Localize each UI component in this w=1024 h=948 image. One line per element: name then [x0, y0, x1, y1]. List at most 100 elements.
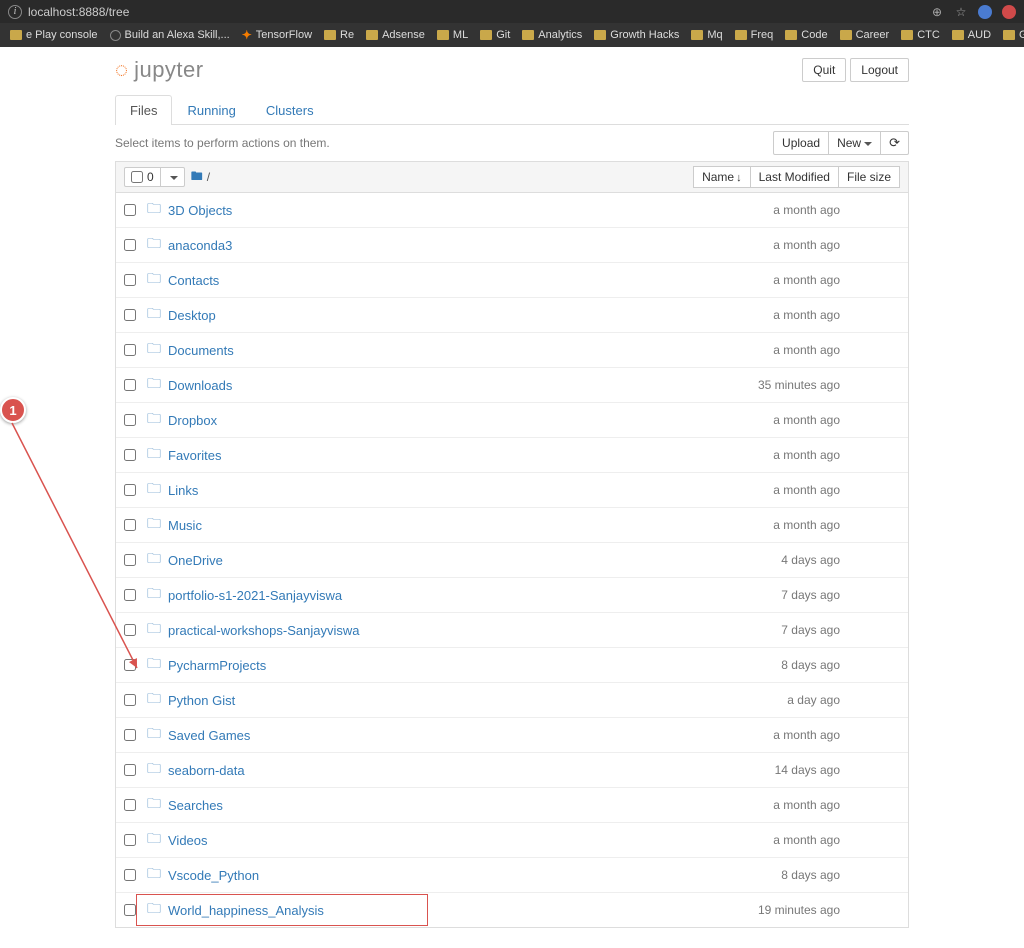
- site-info-icon[interactable]: i: [8, 5, 22, 19]
- row-checkbox[interactable]: [124, 239, 136, 251]
- select-hint: Select items to perform actions on them.: [115, 136, 330, 150]
- breadcrumb[interactable]: 🖿 /: [191, 167, 210, 188]
- bookmark-item[interactable]: Build an Alexa Skill,...: [104, 29, 236, 41]
- tensorflow-icon: ✦: [242, 28, 252, 42]
- file-name[interactable]: 3D Objects: [168, 203, 232, 218]
- folder-icon: [522, 30, 534, 40]
- sort-name[interactable]: Name↓: [693, 166, 751, 188]
- jupyter-logo[interactable]: ◌ jupyter: [115, 57, 204, 83]
- star-icon[interactable]: ☆: [954, 5, 968, 19]
- file-name[interactable]: Dropbox: [168, 413, 217, 428]
- bookmark-item[interactable]: Google Dev: [997, 29, 1024, 41]
- row-checkbox[interactable]: [124, 869, 136, 881]
- file-name[interactable]: anaconda3: [168, 238, 232, 253]
- new-button[interactable]: New: [828, 131, 881, 155]
- select-all-checkbox[interactable]: [131, 171, 143, 183]
- logout-button[interactable]: Logout: [850, 58, 909, 82]
- file-name[interactable]: Links: [168, 483, 198, 498]
- file-name[interactable]: Favorites: [168, 448, 221, 463]
- row-checkbox[interactable]: [124, 274, 136, 286]
- file-name[interactable]: World_happiness_Analysis: [168, 903, 324, 918]
- file-name[interactable]: Python Gist: [168, 693, 235, 708]
- url-text: localhost:8888/tree: [28, 5, 129, 19]
- select-dropdown[interactable]: [161, 168, 184, 186]
- bookmark-item[interactable]: ML: [431, 29, 474, 41]
- folder-icon: 🗀: [146, 478, 162, 502]
- bookmark-item[interactable]: Freq: [729, 29, 780, 41]
- tab-files[interactable]: Files: [115, 95, 172, 125]
- folder-icon: [952, 30, 964, 40]
- file-name[interactable]: Downloads: [168, 378, 232, 393]
- file-name[interactable]: portfolio-s1-2021-Sanjayviswa: [168, 588, 342, 603]
- file-name[interactable]: PycharmProjects: [168, 658, 266, 673]
- file-name[interactable]: Documents: [168, 343, 234, 358]
- folder-icon: [785, 30, 797, 40]
- row-checkbox[interactable]: [124, 694, 136, 706]
- bookmark-label: Build an Alexa Skill,...: [125, 29, 230, 41]
- file-name[interactable]: Searches: [168, 798, 223, 813]
- bookmark-item[interactable]: AUD: [946, 29, 997, 41]
- row-checkbox[interactable]: [124, 379, 136, 391]
- search-icon[interactable]: ⊕: [930, 5, 944, 19]
- folder-icon: 🗀: [146, 233, 162, 257]
- bookmark-label: ML: [453, 29, 468, 41]
- bookmark-item[interactable]: Growth Hacks: [588, 29, 685, 41]
- file-name[interactable]: Music: [168, 518, 202, 533]
- profile-icon[interactable]: [978, 5, 992, 19]
- bookmark-item[interactable]: Analytics: [516, 29, 588, 41]
- file-name[interactable]: Videos: [168, 833, 208, 848]
- row-checkbox[interactable]: [124, 484, 136, 496]
- tab-clusters[interactable]: Clusters: [251, 95, 329, 125]
- sort-arrow-icon: ↓: [736, 172, 742, 184]
- row-checkbox[interactable]: [124, 624, 136, 636]
- refresh-button[interactable]: ⟳: [880, 131, 909, 155]
- row-checkbox[interactable]: [124, 204, 136, 216]
- row-checkbox[interactable]: [124, 589, 136, 601]
- row-checkbox[interactable]: [124, 659, 136, 671]
- bookmark-item[interactable]: e Play console: [4, 29, 104, 41]
- bookmark-item[interactable]: Adsense: [360, 29, 431, 41]
- file-name[interactable]: Contacts: [168, 273, 219, 288]
- tab-running[interactable]: Running: [172, 95, 250, 125]
- row-checkbox[interactable]: [124, 519, 136, 531]
- file-modified: a month ago: [740, 203, 840, 217]
- quit-button[interactable]: Quit: [802, 58, 846, 82]
- sort-size[interactable]: File size: [838, 166, 900, 188]
- file-row: 🗀Dropboxa month ago: [116, 403, 908, 438]
- row-checkbox[interactable]: [124, 449, 136, 461]
- file-name[interactable]: practical-workshops-Sanjayviswa: [168, 623, 359, 638]
- upload-button[interactable]: Upload: [773, 131, 829, 155]
- bookmark-item[interactable]: Git: [474, 29, 516, 41]
- row-checkbox[interactable]: [124, 799, 136, 811]
- bookmark-item[interactable]: Re: [318, 29, 360, 41]
- bookmark-item[interactable]: ✦TensorFlow: [236, 28, 318, 42]
- bookmark-item[interactable]: Code: [779, 29, 833, 41]
- row-checkbox[interactable]: [124, 344, 136, 356]
- file-row: 🗀Saved Gamesa month ago: [116, 718, 908, 753]
- row-checkbox[interactable]: [124, 414, 136, 426]
- file-row: 🗀Searchesa month ago: [116, 788, 908, 823]
- row-checkbox[interactable]: [124, 309, 136, 321]
- row-checkbox[interactable]: [124, 834, 136, 846]
- sort-modified[interactable]: Last Modified: [750, 166, 839, 188]
- bookmark-item[interactable]: Career: [834, 29, 896, 41]
- file-modified: 8 days ago: [740, 868, 840, 882]
- file-name[interactable]: seaborn-data: [168, 763, 245, 778]
- select-all[interactable]: 0: [125, 168, 161, 186]
- row-checkbox[interactable]: [124, 554, 136, 566]
- row-checkbox[interactable]: [124, 729, 136, 741]
- file-name[interactable]: Desktop: [168, 308, 216, 323]
- extension-icon[interactable]: [1002, 5, 1016, 19]
- file-list: 🗀 3D Objects a month ago 🗀 anaconda3 a month …: [115, 193, 909, 928]
- bookmark-item[interactable]: CTC: [895, 29, 946, 41]
- file-name[interactable]: Saved Games: [168, 728, 250, 743]
- row-checkbox[interactable]: [124, 904, 136, 916]
- file-name[interactable]: OneDrive: [168, 553, 223, 568]
- folder-icon: 🗀: [146, 303, 162, 327]
- file-modified: a month ago: [740, 273, 840, 287]
- bookmark-item[interactable]: Mq: [685, 29, 728, 41]
- file-name[interactable]: Vscode_Python: [168, 868, 259, 883]
- folder-icon: [901, 30, 913, 40]
- row-checkbox[interactable]: [124, 764, 136, 776]
- folder-icon: [10, 30, 22, 40]
